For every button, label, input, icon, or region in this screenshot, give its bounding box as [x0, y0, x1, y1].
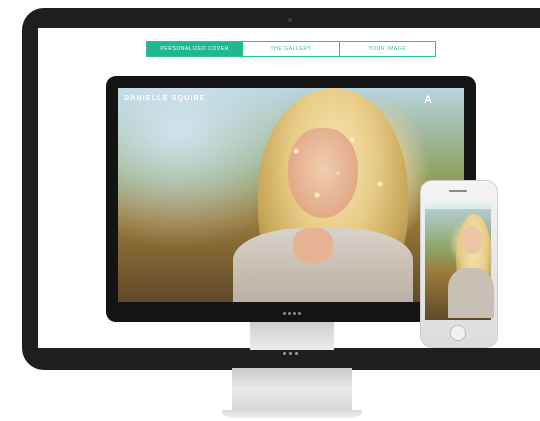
site-brand-name[interactable]: DANIELLE SQUIRE: [124, 95, 206, 102]
display-stand: [250, 322, 334, 350]
tab-your-image[interactable]: YOUR IMAGE: [340, 42, 435, 56]
camera-icon: [288, 18, 292, 22]
tab-personalized-cover[interactable]: PERSONALIZED COVER: [147, 42, 244, 56]
hero-photo: [118, 88, 464, 302]
phone-speaker: [449, 190, 467, 192]
home-button-icon[interactable]: [450, 325, 466, 341]
photo-sparkle: [268, 118, 408, 228]
monitor-chin-dots: [280, 352, 300, 356]
logo-icon: A: [424, 94, 432, 106]
tab-the-gallery[interactable]: THE GALLERY: [243, 42, 340, 56]
photo-hand: [293, 228, 333, 263]
slider-pagination-dots[interactable]: [282, 312, 302, 316]
phone-status-bar: [425, 203, 491, 209]
monitor-stand: [232, 368, 352, 414]
website-nav-tabs: PERSONALIZED COVER THE GALLERY YOUR IMAG…: [146, 41, 436, 57]
monitor-stand-foot: [222, 410, 362, 418]
phone-photo-shirt: [448, 268, 494, 318]
phone-photo-face: [462, 226, 482, 254]
